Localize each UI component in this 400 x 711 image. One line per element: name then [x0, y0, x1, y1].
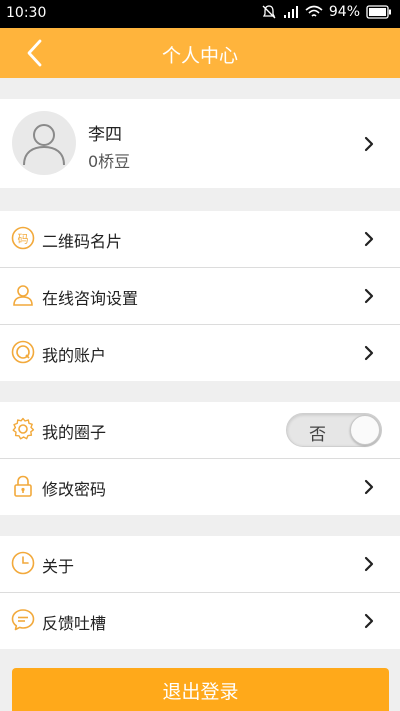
menu-item-qrcode-card[interactable]: 码 二维码名片	[0, 211, 400, 267]
profile-beans: 0桥豆	[88, 152, 131, 171]
profile-card[interactable]	[0, 99, 400, 188]
toggle-knob	[350, 415, 380, 445]
user-icon	[13, 285, 33, 306]
menu-item-change-password[interactable]: 修改密码	[0, 459, 400, 515]
menu-item-label: 修改密码	[42, 480, 107, 499]
menu-item-about[interactable]: 关于	[0, 536, 400, 592]
menu-item-label: 我的账户	[42, 346, 107, 365]
gear-icon	[12, 417, 35, 440]
menu-item-label: 反馈吐槽	[42, 614, 107, 633]
menu-item-label: 在线咨询设置	[42, 289, 139, 308]
svg-text:码: 码	[18, 233, 29, 246]
wifi-icon	[305, 5, 323, 17]
menu-item-label: 我的圈子	[42, 423, 107, 442]
clock-icon	[11, 551, 35, 575]
default-avatar-icon	[23, 124, 65, 166]
qrcode-icon: 码	[11, 226, 35, 250]
menu-item-my-circle: 我的圈子 否	[0, 402, 400, 458]
status-bar: 10:30 94%	[0, 0, 400, 28]
page-title: 个人中心	[161, 45, 238, 67]
chevron-right-icon	[364, 613, 374, 629]
menu-item-label: 二维码名片	[42, 232, 123, 251]
header: 个人中心	[0, 28, 400, 78]
chevron-right-icon	[364, 556, 374, 572]
chevron-right-icon	[364, 136, 374, 152]
signal-icon	[283, 6, 298, 18]
chevron-right-icon	[364, 231, 374, 247]
chevron-right-icon	[364, 345, 374, 361]
toggle-text: 否	[309, 425, 326, 445]
notifications-muted-icon	[262, 5, 276, 19]
circle-toggle[interactable]: 否	[286, 413, 382, 447]
lock-icon	[14, 475, 32, 497]
status-time: 10:30	[6, 5, 47, 21]
chevron-right-icon	[364, 288, 374, 304]
battery-percent: 94%	[328, 4, 360, 20]
menu-item-feedback[interactable]: 反馈吐槽	[0, 593, 400, 649]
avatar	[12, 111, 76, 175]
menu-item-label: 关于	[42, 557, 75, 576]
menu-item-my-account[interactable]: 我的账户	[0, 325, 400, 381]
status-icons: 94%	[261, 4, 392, 20]
chat-icon	[11, 609, 35, 631]
logout-button[interactable]: 退出登录	[12, 668, 389, 711]
chevron-right-icon	[364, 479, 374, 495]
battery-icon	[366, 5, 391, 19]
account-icon	[11, 340, 35, 364]
menu-item-online-consult[interactable]: 在线咨询设置	[0, 268, 400, 324]
